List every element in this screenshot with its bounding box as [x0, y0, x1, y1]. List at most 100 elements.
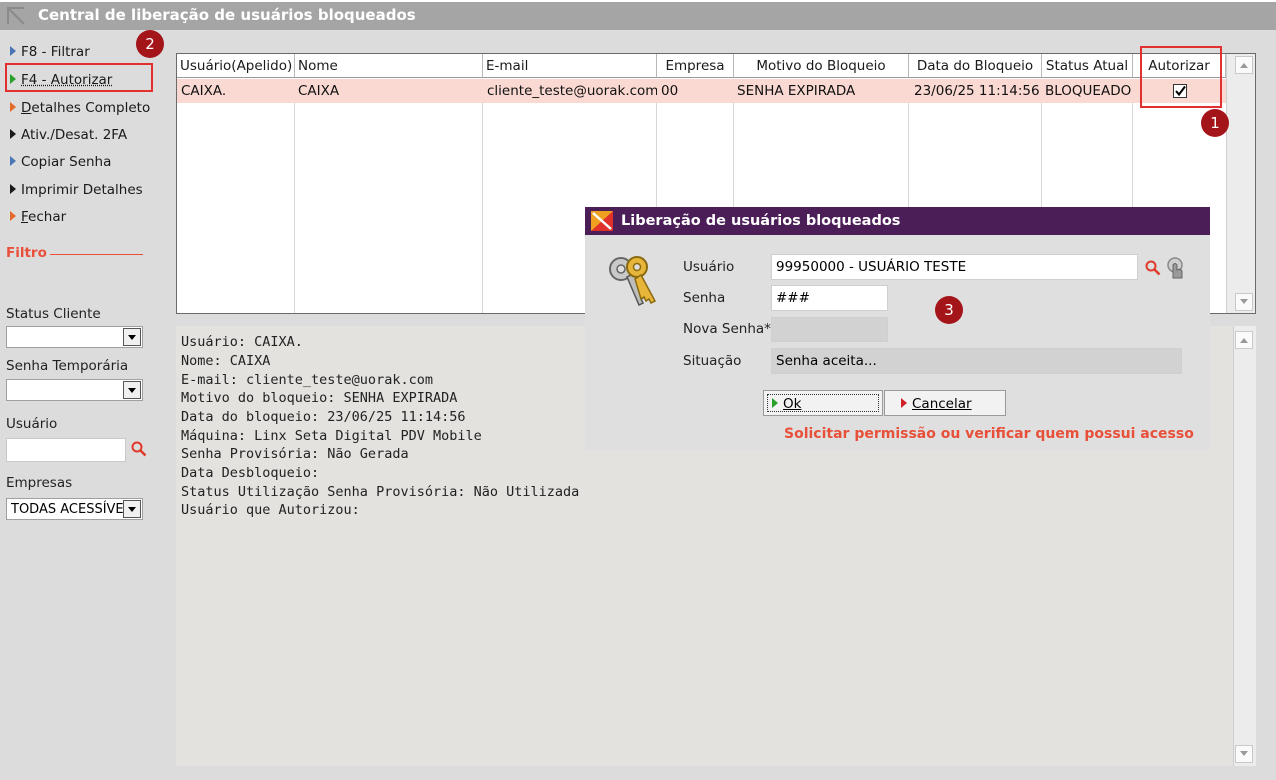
chevron-down-icon[interactable]	[123, 500, 141, 518]
nova-senha-input[interactable]	[771, 317, 888, 342]
sidebar-item-imprimir[interactable]: Imprimir Detalhes	[10, 182, 143, 202]
senha-temporaria-select[interactable]	[6, 379, 143, 401]
sidebar-item-label: etalhes Completo	[31, 100, 151, 116]
sidebar-item-fechar[interactable]: Fechar	[10, 209, 66, 229]
search-icon[interactable]	[1144, 259, 1162, 277]
column-header[interactable]: Nome	[295, 54, 483, 78]
scroll-down-button[interactable]	[1235, 745, 1253, 763]
play-icon	[10, 184, 16, 194]
annotation-badge-2: 2	[136, 30, 164, 58]
play-icon	[10, 102, 16, 112]
senha-temporaria-label: Senha Temporária	[6, 358, 129, 374]
column-header[interactable]: Motivo do Bloqueio	[734, 54, 909, 78]
keys-icon	[609, 256, 657, 307]
empresas-value: TODAS ACESSÍVEIS	[11, 502, 136, 517]
sidebar-item-label: F4 - Autorizar	[21, 72, 113, 88]
column-divider	[482, 103, 483, 313]
empresas-select[interactable]: TODAS ACESSÍVEIS	[6, 498, 143, 520]
cell-apelido: CAIXA.	[181, 83, 227, 99]
filter-heading: Filtro	[6, 245, 47, 261]
situacao-field: Senha aceita...	[771, 348, 1182, 374]
details-line: Nome: CAIXA	[181, 353, 271, 369]
column-header[interactable]: Data do Bloqueio	[909, 54, 1042, 78]
cell-email: cliente_teste@uorak.com	[487, 83, 657, 99]
chevron-up-icon	[1240, 338, 1248, 343]
cell-status: BLOQUEADO	[1045, 83, 1132, 99]
details-line: Motivo do bloqueio: SENHA EXPIRADA	[181, 390, 458, 406]
status-cliente-label: Status Cliente	[6, 306, 101, 322]
column-header[interactable]: Usuário(Apelido)	[177, 54, 295, 78]
play-icon	[10, 46, 16, 56]
mnemonic-letter: F	[21, 209, 29, 225]
focus-ring	[767, 394, 879, 412]
usuario-input[interactable]: 99950000 - USUÁRIO TESTE	[771, 254, 1138, 280]
warning-text: Solicitar permissão ou verificar quem po…	[784, 426, 1194, 442]
sidebar-item-label: Imprimir Detalhes	[21, 182, 143, 198]
nova-senha-label: Nova Senha*	[683, 321, 771, 337]
chevron-down-icon[interactable]	[123, 381, 141, 399]
chevron-down-icon	[1240, 299, 1248, 304]
ok-button[interactable]: Ok	[763, 390, 883, 416]
play-icon	[10, 129, 16, 139]
cancelar-button[interactable]: Cancelar	[884, 390, 1006, 416]
usuario-label: Usuário	[683, 259, 735, 275]
cancelar-label: Cancelar	[912, 396, 972, 412]
sidebar-item-2fa[interactable]: Ativ./Desat. 2FA	[10, 127, 127, 147]
situacao-label: Situação	[683, 353, 742, 369]
highlight-autorizar-column	[1140, 46, 1222, 108]
sidebar-item-autorizar[interactable]: F4 - Autorizar	[10, 72, 112, 92]
fingerprint-icon[interactable]	[1165, 256, 1187, 280]
empresas-label: Empresas	[6, 475, 73, 491]
column-header[interactable]: Empresa	[657, 54, 734, 78]
dialog-titlebar: Liberação de usuários bloqueados	[585, 207, 1210, 235]
sidebar-item-label: Copiar Senha	[21, 154, 112, 170]
details-line: Usuário: CAIXA.	[181, 334, 303, 350]
chevron-down-icon[interactable]	[123, 328, 141, 346]
play-icon	[10, 211, 16, 221]
app-logo-icon	[7, 7, 25, 25]
details-scrollbar[interactable]	[1233, 326, 1256, 766]
scroll-up-button[interactable]	[1235, 56, 1253, 74]
details-line: Data do bloqueio: 23/06/25 11:14:56	[181, 409, 466, 425]
column-divider	[294, 103, 295, 313]
play-icon	[901, 398, 907, 408]
mnemonic-letter: D	[21, 100, 32, 116]
app-logo-icon	[591, 211, 613, 231]
window-title: Central de liberação de usuários bloquea…	[38, 6, 416, 24]
sidebar-item-copiar-senha[interactable]: Copiar Senha	[10, 154, 111, 174]
chevron-up-icon	[1240, 63, 1248, 68]
usuario-filter-label: Usuário	[6, 416, 58, 432]
scroll-down-button[interactable]	[1235, 293, 1253, 311]
usuario-filter-input[interactable]	[6, 438, 126, 462]
annotation-badge-1: 1	[1201, 109, 1229, 137]
senha-label: Senha	[683, 290, 726, 306]
details-line: Usuário que Autorizou:	[181, 502, 360, 518]
column-header[interactable]: E-mail	[483, 54, 657, 78]
sidebar-item-label: echar	[28, 209, 67, 225]
cell-data: 23/06/25 11:14:56	[914, 83, 1040, 99]
dialog-title: Liberação de usuários bloqueados	[621, 213, 901, 229]
details-line: Data Desbloqueio:	[181, 465, 320, 481]
search-icon[interactable]	[130, 440, 148, 458]
filter-divider	[50, 254, 143, 255]
cell-motivo: SENHA EXPIRADA	[737, 83, 856, 99]
column-header[interactable]: Status Atual	[1042, 54, 1133, 78]
status-cliente-select[interactable]	[6, 326, 143, 348]
grid-scrollbar[interactable]	[1226, 54, 1255, 313]
play-icon	[10, 156, 16, 166]
senha-input[interactable]: ###	[771, 285, 888, 311]
play-icon	[10, 74, 16, 84]
sidebar-item-detalhes-completo[interactable]: Detalhes Completo	[10, 100, 150, 120]
scroll-up-button[interactable]	[1235, 331, 1253, 349]
sidebar-item-label: F8 - Filtrar	[21, 44, 90, 60]
annotation-badge-3: 3	[935, 296, 963, 324]
chevron-down-icon	[1240, 751, 1248, 756]
sidebar-item-label: Ativ./Desat. 2FA	[21, 127, 128, 143]
details-line: E-mail: cliente_teste@uorak.com	[181, 372, 433, 388]
details-line: Senha Provisória: Não Gerada	[181, 446, 409, 462]
sidebar-item-filtrar[interactable]: F8 - Filtrar	[10, 44, 90, 64]
cell-nome: CAIXA	[298, 83, 340, 99]
details-line: Máquina: Linx Seta Digital PDV Mobile	[181, 428, 482, 444]
liberacao-dialog: Liberação de usuários bloqueados Usuário…	[585, 207, 1210, 450]
details-line: Status Utilização Senha Provisória: Não …	[181, 484, 580, 500]
